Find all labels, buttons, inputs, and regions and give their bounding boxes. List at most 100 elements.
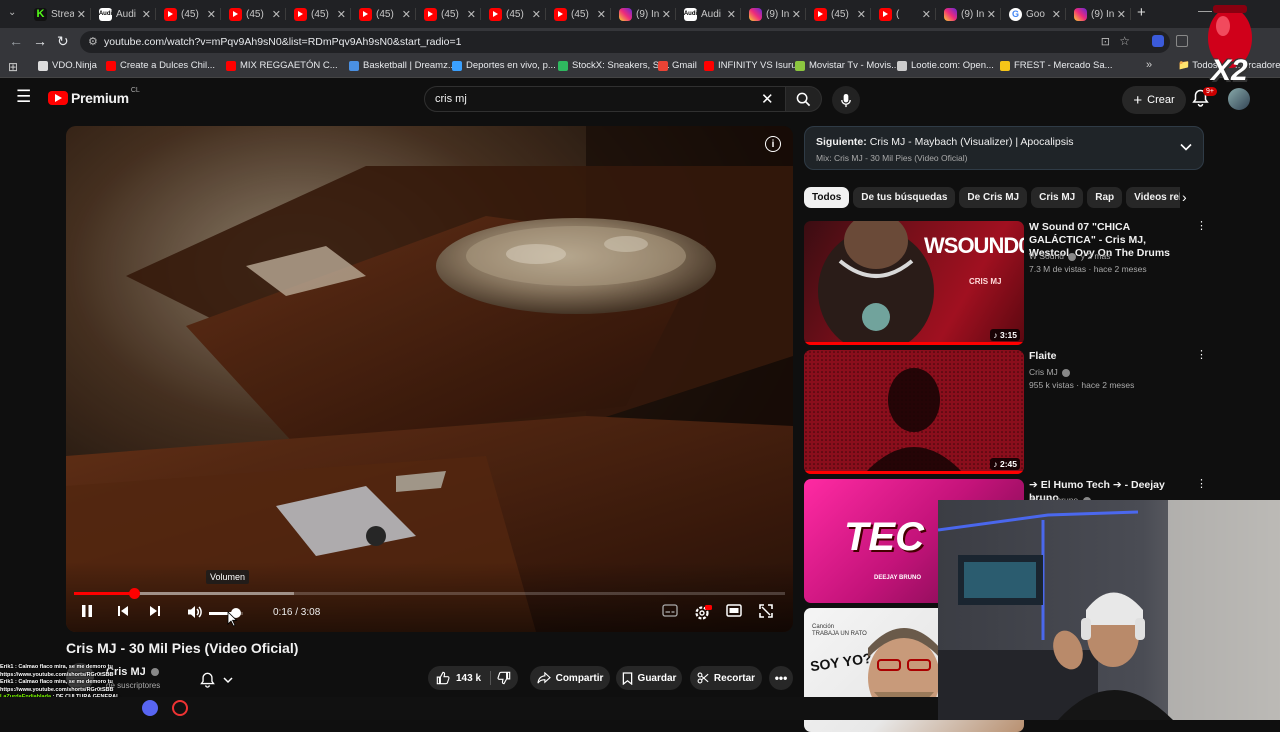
- bookmark-item[interactable]: Basketball | Dreamz...: [349, 60, 456, 71]
- browser-tab[interactable]: (45) ✕: [806, 0, 871, 28]
- bookmark-item[interactable]: MIX REGGAETÓN C...: [226, 60, 338, 71]
- apps-grid-icon[interactable]: ⊞: [8, 60, 18, 74]
- browser-tab[interactable]: (✕: [871, 0, 936, 28]
- tab-search-chevron-icon[interactable]: ⌄: [8, 7, 16, 18]
- fullscreen-button[interactable]: [759, 604, 773, 618]
- bookmark-item[interactable]: VDO.Ninja: [38, 60, 97, 71]
- browser-tab[interactable]: G Goo ✕: [1001, 0, 1066, 28]
- bookmark-item[interactable]: Lootie.com: Open...: [897, 60, 994, 71]
- close-tab-icon[interactable]: ✕: [1117, 8, 1126, 21]
- search-box[interactable]: cris mj ✕: [424, 86, 786, 112]
- more-vertical-icon[interactable]: ⋮: [1196, 479, 1207, 490]
- bookmark-item[interactable]: INFINITY VS Isurus: [704, 60, 801, 71]
- bookmark-item[interactable]: StockX: Sneakers, St...: [558, 60, 670, 71]
- subtitles-button[interactable]: [662, 604, 678, 617]
- back-arrow-icon[interactable]: ←: [9, 33, 23, 49]
- filter-chip[interactable]: Todos: [804, 187, 850, 208]
- voice-search-button[interactable]: [832, 86, 860, 114]
- forward-arrow-icon[interactable]: →: [33, 33, 47, 49]
- filter-chip[interactable]: Videos relacionados: [1126, 187, 1180, 208]
- browser-tab[interactable]: (45) ✕: [221, 0, 286, 28]
- save-button[interactable]: Guardar: [616, 666, 682, 690]
- bookmark-item[interactable]: Movistar Tv - Movis...: [795, 60, 899, 71]
- close-tab-icon[interactable]: ✕: [857, 8, 866, 21]
- dislike-button[interactable]: [497, 671, 511, 690]
- bookmark-star-icon[interactable]: ☆: [1119, 34, 1130, 48]
- url-text[interactable]: youtube.com/watch?v=mPqv9Ah9sN0&list=RDm…: [104, 36, 461, 48]
- close-tab-icon[interactable]: ✕: [1052, 8, 1061, 21]
- close-tab-icon[interactable]: ✕: [402, 8, 411, 21]
- close-tab-icon[interactable]: ✕: [337, 8, 346, 21]
- close-tab-icon[interactable]: ✕: [727, 8, 736, 21]
- video-thumbnail[interactable]: ♪ 2:45: [804, 350, 1024, 474]
- previous-button[interactable]: [116, 604, 130, 618]
- clear-search-icon[interactable]: ✕: [761, 90, 774, 108]
- next-button[interactable]: [148, 604, 162, 618]
- browser-tab[interactable]: (9) In ✕: [741, 0, 806, 28]
- settings-button[interactable]: [694, 604, 712, 622]
- url-box[interactable]: ⚙ youtube.com/watch?v=mPqv9Ah9sN0&list=R…: [80, 31, 1170, 53]
- taskbar-app-icon[interactable]: [172, 700, 188, 716]
- like-button[interactable]: 143 k: [436, 671, 481, 685]
- search-input[interactable]: cris mj: [435, 93, 467, 105]
- browser-tab[interactable]: (45) ✕: [546, 0, 611, 28]
- close-tab-icon[interactable]: ✕: [987, 8, 996, 21]
- youtube-premium-logo[interactable]: Premium CL: [48, 87, 140, 106]
- new-tab-plus-icon[interactable]: +: [1137, 4, 1146, 21]
- extensions-puzzle-icon[interactable]: [1176, 35, 1188, 47]
- more-actions-button[interactable]: •••: [769, 666, 793, 690]
- close-tab-icon[interactable]: ✕: [467, 8, 476, 21]
- create-button[interactable]: + Crear: [1122, 86, 1186, 114]
- more-vertical-icon[interactable]: ⋮: [1196, 221, 1207, 232]
- subscribed-bell-dropdown[interactable]: [200, 672, 233, 688]
- search-button[interactable]: [786, 86, 822, 112]
- extension-icon[interactable]: [1152, 35, 1164, 47]
- expand-chevron-down-icon[interactable]: [1179, 140, 1193, 154]
- mute-button[interactable]: [186, 604, 204, 620]
- install-app-icon[interactable]: ⊡: [1101, 35, 1110, 48]
- taskbar-app-icon[interactable]: [142, 700, 158, 716]
- filter-chip[interactable]: De tus búsquedas: [853, 187, 956, 208]
- share-button[interactable]: Compartir: [530, 666, 610, 690]
- close-tab-icon[interactable]: ✕: [142, 8, 151, 21]
- more-bookmarks-chevron-icon[interactable]: »: [1146, 59, 1152, 71]
- browser-tab[interactable]: (45) ✕: [481, 0, 546, 28]
- close-tab-icon[interactable]: ✕: [792, 8, 801, 21]
- info-icon[interactable]: i: [765, 136, 781, 152]
- close-tab-icon[interactable]: ✕: [77, 8, 86, 21]
- recommendation-item[interactable]: ♪ 2:45 Flaite Cris MJ 955 k vistas · hac…: [804, 350, 1207, 474]
- chips-next-chevron-icon[interactable]: ›: [1182, 189, 1187, 205]
- browser-tab[interactable]: Audi Audi ✕: [676, 0, 741, 28]
- video-player[interactable]: i Volumen 0:16 / 3:08: [66, 126, 793, 632]
- bookmark-item[interactable]: Deportes en vivo, p...: [452, 60, 556, 71]
- next-up-panel[interactable]: Siguiente: Cris MJ - Maybach (Visualizer…: [804, 126, 1204, 170]
- browser-tab[interactable]: (9) In ✕: [611, 0, 676, 28]
- recommendation-item[interactable]: WSOUND07 CRIS MJ ♪ 3:15 W Sound 07 "CHIC…: [804, 221, 1207, 345]
- close-tab-icon[interactable]: ✕: [922, 8, 931, 21]
- close-tab-icon[interactable]: ✕: [532, 8, 541, 21]
- browser-tab[interactable]: K Strea ✕: [26, 0, 91, 28]
- browser-tab[interactable]: (9) In ✕: [936, 0, 1001, 28]
- hamburger-menu-icon[interactable]: ☰: [16, 87, 31, 107]
- browser-tab[interactable]: (45) ✕: [416, 0, 481, 28]
- site-info-icon[interactable]: ⚙: [88, 35, 98, 48]
- close-tab-icon[interactable]: ✕: [597, 8, 606, 21]
- browser-tab[interactable]: Audi Audi ✕: [91, 0, 156, 28]
- clip-button[interactable]: Recortar: [690, 666, 762, 690]
- filter-chip[interactable]: Cris MJ: [1031, 187, 1084, 208]
- theater-mode-button[interactable]: [726, 604, 742, 617]
- filter-chip[interactable]: Rap: [1087, 187, 1123, 208]
- browser-tab[interactable]: (45) ✕: [156, 0, 221, 28]
- more-vertical-icon[interactable]: ⋮: [1196, 350, 1207, 361]
- browser-tab[interactable]: (45) ✕: [351, 0, 416, 28]
- browser-tab[interactable]: (9) In ✕: [1066, 0, 1131, 28]
- close-tab-icon[interactable]: ✕: [272, 8, 281, 21]
- reload-icon[interactable]: ↻: [57, 33, 69, 50]
- filter-chip[interactable]: De Cris MJ: [959, 187, 1028, 208]
- bookmark-item[interactable]: Create a Dulces Chil...: [106, 60, 215, 71]
- bookmark-item[interactable]: FREST - Mercado Sa...: [1000, 60, 1113, 71]
- progress-bar[interactable]: [74, 588, 785, 599]
- pause-button[interactable]: [80, 604, 94, 618]
- close-tab-icon[interactable]: ✕: [662, 8, 671, 21]
- close-tab-icon[interactable]: ✕: [207, 8, 216, 21]
